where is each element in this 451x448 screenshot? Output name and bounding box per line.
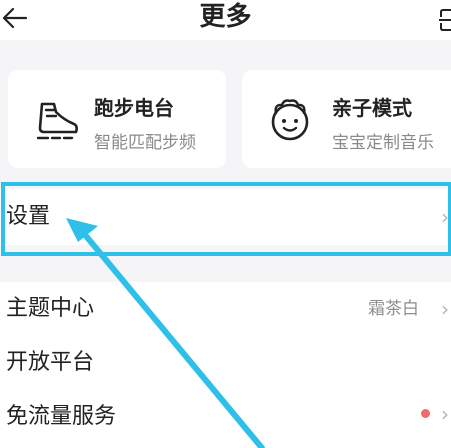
running-shoe-icon [36, 102, 78, 140]
scan-icon[interactable] [439, 6, 451, 32]
card-title: 亲子模式 [332, 96, 412, 120]
settings-label: 设置 [6, 204, 51, 229]
kids-mode-card[interactable]: 亲子模式 宝宝定制音乐 [242, 70, 451, 168]
page-title: 更多 [199, 2, 252, 32]
card-subtitle: 智能匹配步频 [94, 133, 196, 153]
chevron-right-icon: › [441, 205, 449, 229]
chevron-right-icon: › [441, 297, 449, 321]
top-bar: 更多 [0, 0, 451, 40]
theme-center-row[interactable]: 主题中心 霜茶白 › [0, 282, 451, 336]
baby-face-icon [271, 99, 309, 141]
open-platform-label: 开放平台 [6, 350, 95, 375]
notification-dot [421, 409, 430, 418]
chevron-right-icon: › [441, 402, 449, 426]
card-subtitle: 宝宝定制音乐 [332, 133, 434, 153]
open-platform-row[interactable]: 开放平台 [0, 336, 451, 390]
card-title: 跑步电台 [94, 96, 174, 120]
free-flow-service-row[interactable]: 免流量服务 › [0, 390, 451, 448]
theme-current-value: 霜茶白 [368, 299, 419, 319]
free-flow-label: 免流量服务 [6, 404, 117, 429]
running-radio-card[interactable]: 跑步电台 智能匹配步频 [8, 70, 226, 168]
theme-center-label: 主题中心 [6, 296, 95, 321]
settings-row[interactable]: 设置 › [0, 189, 451, 245]
